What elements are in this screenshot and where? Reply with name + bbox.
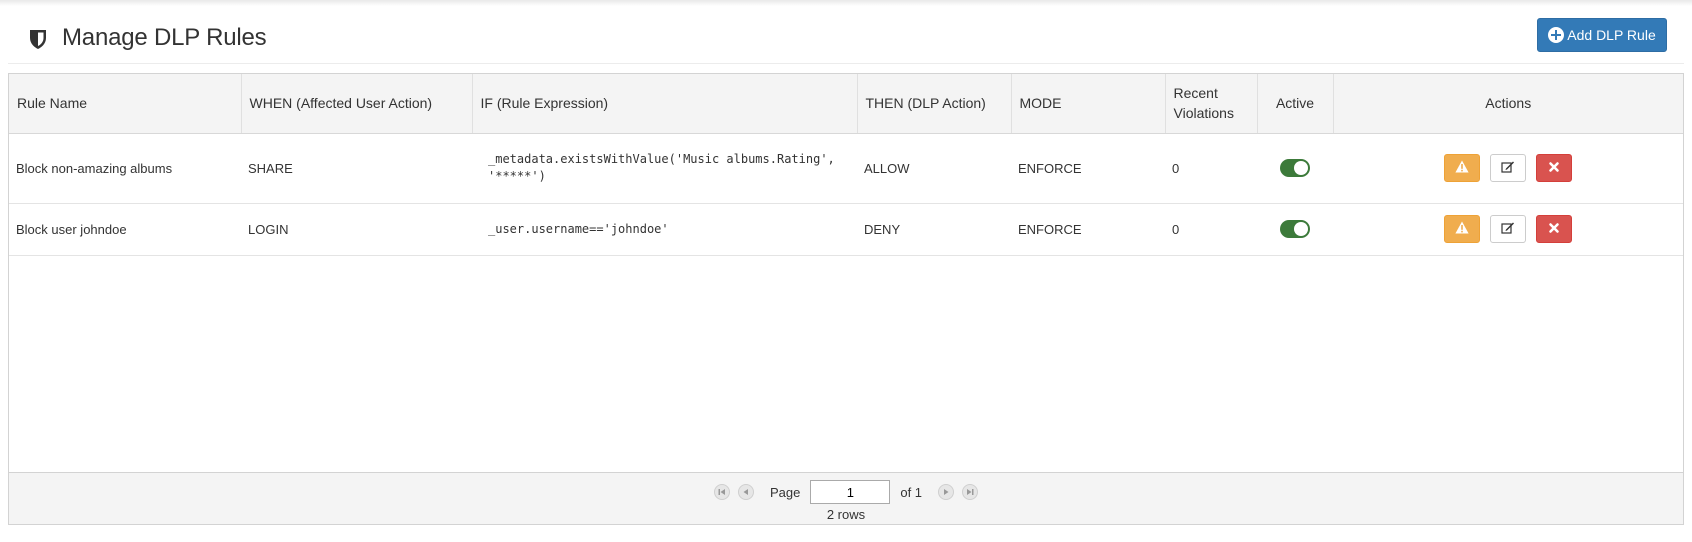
if-expression-line: '*****') xyxy=(488,169,546,183)
grid-footer: Page of 1 2 rows xyxy=(9,472,1683,524)
delete-rule-button[interactable] xyxy=(1536,154,1572,182)
column-header-actions: Actions xyxy=(1333,74,1683,134)
active-cell xyxy=(1257,133,1333,204)
delete-rule-button[interactable] xyxy=(1536,215,1572,243)
toggle-knob xyxy=(1294,161,1308,175)
dlp-rules-grid: Rule Name WHEN (Affected User Action) IF… xyxy=(8,73,1684,525)
mode-cell: ENFORCE xyxy=(1011,133,1165,204)
close-icon xyxy=(1548,161,1560,176)
toggle-knob xyxy=(1294,222,1308,236)
violations-cell: 0 xyxy=(1165,203,1257,256)
edit-rule-button[interactable] xyxy=(1490,154,1526,182)
mode-cell: ENFORCE xyxy=(1011,203,1165,256)
column-header-rule-name[interactable]: Rule Name xyxy=(9,74,242,134)
edit-icon xyxy=(1501,160,1515,176)
page-title: Manage DLP Rules xyxy=(62,24,267,51)
active-cell xyxy=(1257,203,1333,256)
previous-page-icon xyxy=(741,485,751,500)
edit-rule-button[interactable] xyxy=(1490,215,1526,243)
header-divider xyxy=(8,63,1684,64)
when-cell: SHARE xyxy=(241,133,472,204)
table-row[interactable]: Block non-amazing albums SHARE _metadata… xyxy=(9,133,1683,204)
violations-button[interactable] xyxy=(1444,215,1480,243)
if-expression-cell: _user.username=='johndoe' xyxy=(472,203,857,256)
table-header-row: Rule Name WHEN (Affected User Action) IF… xyxy=(9,74,1683,134)
if-expression-line: _user.username=='johndoe' xyxy=(488,221,669,236)
page-number-input[interactable] xyxy=(810,480,891,504)
page-label: Page xyxy=(769,484,801,500)
column-header-mode[interactable]: MODE xyxy=(1011,74,1166,134)
plus-circle-icon xyxy=(1548,27,1565,43)
column-header-recent-violations[interactable]: Recent Violations xyxy=(1165,74,1258,134)
when-cell: LOGIN xyxy=(241,203,472,256)
if-expression-line: _metadata.existsWithValue('Music albums.… xyxy=(488,152,835,166)
dlp-rules-table: Rule Name WHEN (Affected User Action) IF… xyxy=(9,74,1683,256)
page-count-label: of 1 xyxy=(900,484,923,500)
rule-name-cell: Block user johndoe xyxy=(9,203,241,256)
warning-icon xyxy=(1455,221,1469,237)
first-page-icon xyxy=(717,485,727,500)
shield-icon xyxy=(28,28,48,50)
column-header-then[interactable]: THEN (DLP Action) xyxy=(857,74,1012,134)
next-page-icon xyxy=(941,485,951,500)
page-header: Manage DLP Rules Add DLP Rule xyxy=(0,0,1692,64)
row-count: 2 rows xyxy=(826,507,866,522)
warning-icon xyxy=(1455,160,1469,176)
active-toggle[interactable] xyxy=(1280,159,1310,177)
then-cell: ALLOW xyxy=(857,133,1011,204)
column-header-when[interactable]: WHEN (Affected User Action) xyxy=(241,74,473,134)
column-header-active[interactable]: Active xyxy=(1257,74,1334,134)
add-dlp-rule-label: Add DLP Rule xyxy=(1567,27,1656,43)
violations-button[interactable] xyxy=(1444,154,1480,182)
then-cell: DENY xyxy=(857,203,1011,256)
next-page-button[interactable] xyxy=(938,484,955,500)
last-page-button[interactable] xyxy=(962,484,979,500)
violations-cell: 0 xyxy=(1165,133,1257,204)
actions-cell xyxy=(1333,203,1683,256)
active-toggle[interactable] xyxy=(1280,220,1310,238)
if-expression-cell: _metadata.existsWithValue('Music albums.… xyxy=(472,133,857,204)
last-page-icon xyxy=(965,485,975,500)
first-page-button[interactable] xyxy=(713,484,730,500)
add-dlp-rule-button[interactable]: Add DLP Rule xyxy=(1537,18,1667,52)
column-header-if[interactable]: IF (Rule Expression) xyxy=(472,74,858,134)
edit-icon xyxy=(1501,221,1515,237)
close-icon xyxy=(1548,222,1560,237)
pagination: Page of 1 xyxy=(9,480,1683,504)
actions-cell xyxy=(1333,133,1683,204)
table-row[interactable]: Block user johndoe LOGIN _user.username=… xyxy=(9,203,1683,256)
rule-name-cell: Block non-amazing albums xyxy=(9,133,241,204)
previous-page-button[interactable] xyxy=(737,484,754,500)
